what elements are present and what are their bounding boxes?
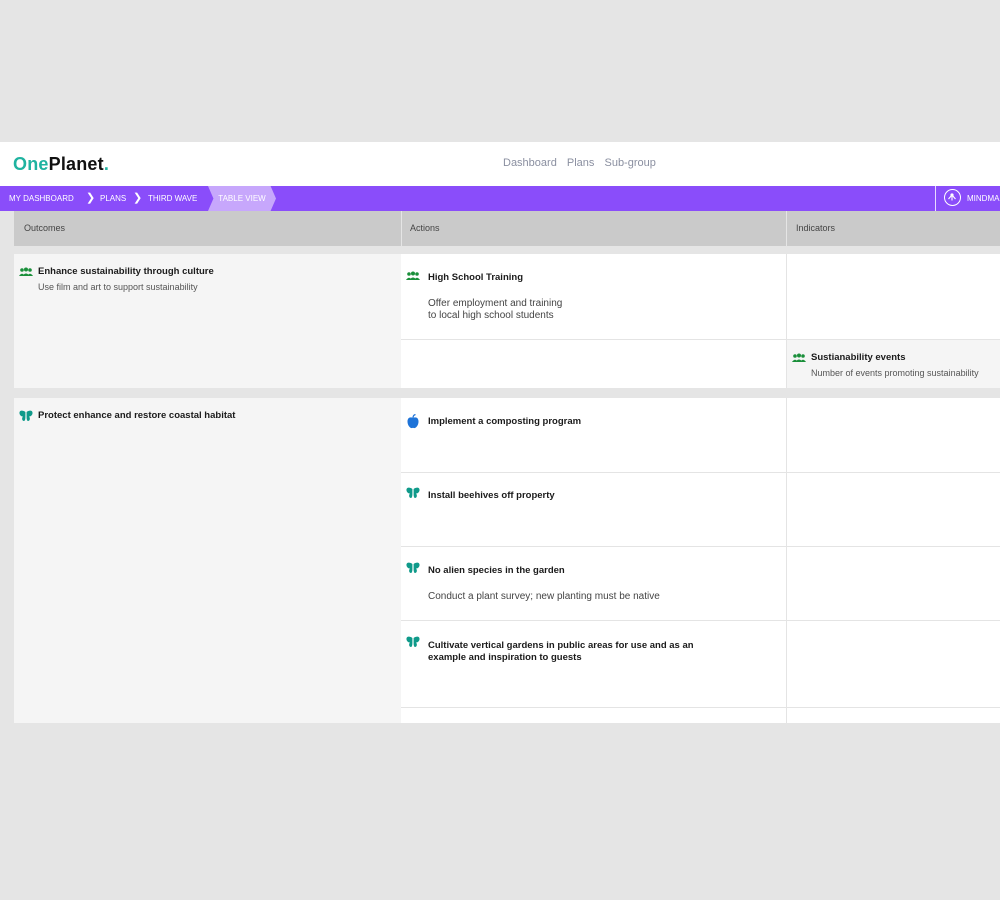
top-bar: OnePlanet. Dashboard Plans Sub-group: [0, 142, 1000, 186]
header-actions: Actions: [410, 223, 440, 233]
butterfly-icon: [19, 410, 33, 421]
outcome-subtitle: Use film and art to support sustainabili…: [38, 282, 198, 292]
nav-sub-group[interactable]: Sub-group: [604, 157, 655, 169]
action-title[interactable]: High School Training: [428, 272, 523, 284]
top-nav: Dashboard Plans Sub-group: [503, 157, 663, 169]
action-title[interactable]: Implement a composting program: [428, 416, 581, 428]
mindmap-button[interactable]: MINDMA: [967, 186, 999, 211]
header-outcomes: Outcomes: [24, 223, 66, 233]
action-title[interactable]: Install beehives off property: [428, 490, 555, 502]
table-header: Outcomes Actions Indicators: [14, 211, 1000, 246]
breadcrumb: MY DASHBOARD ❯ PLANS ❯ THIRD WAVE TABLE …: [0, 186, 1000, 211]
divider: [786, 254, 787, 388]
chevron-right-icon: ❯: [86, 192, 96, 204]
people-icon: [792, 353, 806, 362]
outcome-row[interactable]: [14, 398, 401, 723]
action-description: Offer employment and training: [428, 298, 563, 309]
logo-one: One: [13, 154, 49, 174]
indicator-subtitle: Number of events promoting sustainabilit…: [811, 368, 979, 378]
action-description: to local high school students: [428, 310, 554, 321]
mindmap-icon[interactable]: [944, 189, 961, 206]
indicator-cell[interactable]: [787, 340, 1000, 388]
divider: [786, 211, 787, 246]
breadcrumb-table-view[interactable]: TABLE VIEW: [208, 186, 276, 211]
chevron-right-icon: ❯: [133, 192, 143, 204]
people-icon: [406, 271, 420, 280]
divider: [401, 339, 1000, 340]
breadcrumb-third-wave[interactable]: THIRD WAVE: [148, 186, 197, 211]
logo[interactable]: OnePlanet.: [13, 154, 109, 175]
divider: [401, 472, 1000, 473]
divider: [401, 546, 1000, 547]
nav-dashboard[interactable]: Dashboard: [503, 157, 557, 169]
action-title[interactable]: Cultivate vertical gardens in public are…: [428, 640, 694, 652]
logo-planet: Planet: [48, 154, 104, 174]
outcome-title[interactable]: Protect enhance and restore coastal habi…: [38, 410, 235, 422]
divider: [401, 707, 1000, 708]
action-description: Conduct a plant survey; new planting mus…: [428, 591, 660, 602]
header-indicators: Indicators: [796, 223, 836, 233]
divider: [401, 211, 402, 246]
app: OnePlanet. Dashboard Plans Sub-group MY …: [0, 142, 1000, 723]
nav-plans[interactable]: Plans: [567, 157, 595, 169]
breadcrumb-my-dashboard[interactable]: MY DASHBOARD: [9, 186, 74, 211]
action-title[interactable]: No alien species in the garden: [428, 565, 565, 577]
apple-icon: [407, 414, 419, 429]
indicator-title[interactable]: Sustianability events: [811, 352, 906, 364]
logo-dot: .: [103, 154, 110, 174]
breadcrumb-plans[interactable]: PLANS: [100, 186, 126, 211]
divider: [401, 620, 1000, 621]
outcome-title[interactable]: Enhance sustainability through culture: [38, 266, 214, 278]
action-title[interactable]: example and inspiration to guests: [428, 652, 582, 664]
butterfly-icon: [406, 636, 420, 647]
divider: [935, 186, 936, 211]
people-icon: [19, 267, 33, 276]
butterfly-icon: [406, 562, 420, 573]
butterfly-icon: [406, 487, 420, 498]
divider: [786, 398, 787, 723]
actions-area: [401, 398, 1000, 723]
